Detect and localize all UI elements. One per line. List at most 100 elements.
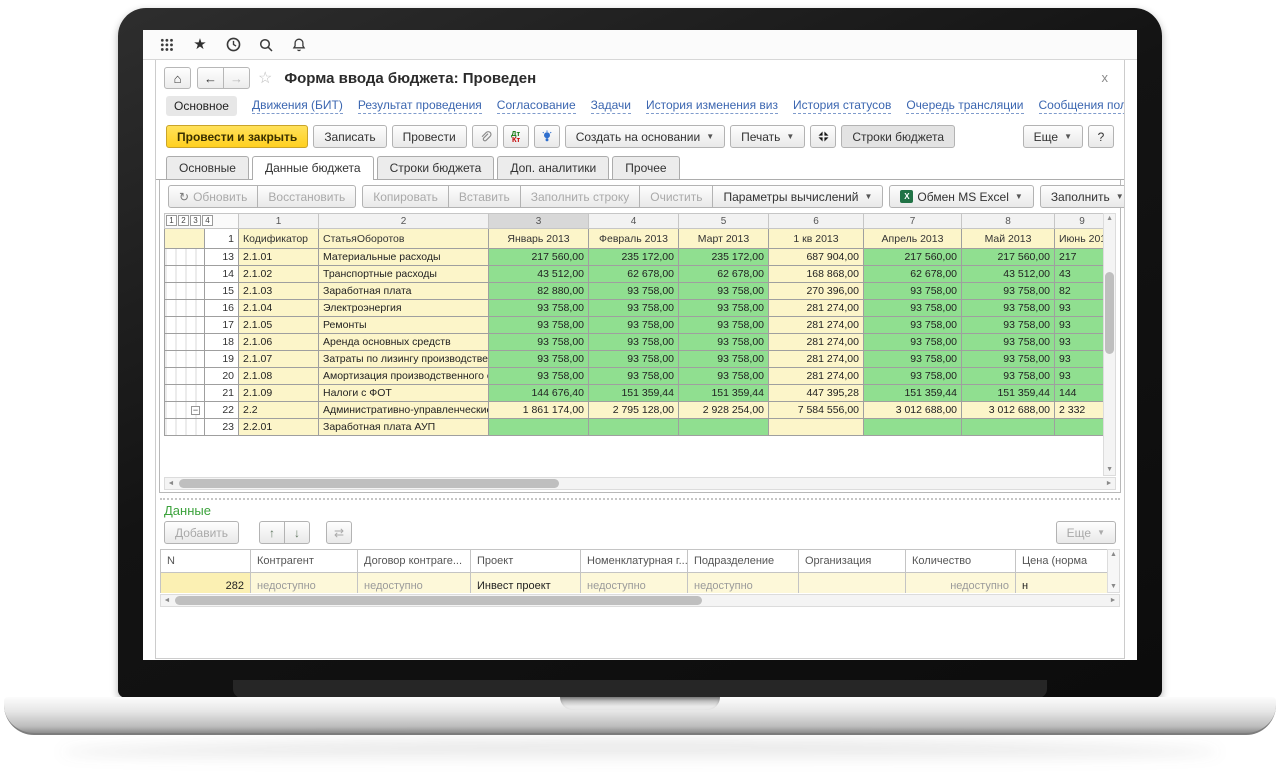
reorder-button[interactable]: ⇄	[326, 521, 352, 544]
grid-cell-code[interactable]: 2.1.09	[239, 385, 319, 402]
grid-cell-code[interactable]: 2.1.04	[239, 300, 319, 317]
grid-cell[interactable]: 151 359,44	[589, 385, 679, 402]
grid-cell-article[interactable]: Амортизация производственного оборудован…	[319, 368, 489, 385]
grid-cell[interactable]: 2 795 128,00	[589, 402, 679, 419]
grid-cell[interactable]: 2 928 254,00	[679, 402, 769, 419]
grid-horizontal-scrollbar[interactable]: ◄ ►	[164, 477, 1116, 490]
nav-link[interactable]: Задачи	[591, 98, 631, 114]
fill-button[interactable]: Заполнить▼	[1040, 185, 1125, 208]
grid-cell[interactable]: 687 904,00	[769, 249, 864, 266]
column-number[interactable]: 4	[589, 214, 679, 229]
nav-link[interactable]: Движения (БИТ)	[252, 98, 343, 114]
column-header-month[interactable]: Май 2013	[962, 229, 1055, 249]
data-cell[interactable]: недоступно	[581, 573, 688, 594]
back-button[interactable]: ←	[197, 67, 224, 89]
collapse-group-toggle[interactable]: −	[191, 406, 200, 415]
data-cell[interactable]: недоступно	[906, 573, 1016, 594]
grid-cell[interactable]: 235 172,00	[589, 249, 679, 266]
column-header-code[interactable]: Кодификатор	[239, 229, 319, 249]
grid-cell-article[interactable]: Аренда основных средств	[319, 334, 489, 351]
tab-2[interactable]: Данные бюджета	[252, 156, 374, 180]
grid-cell[interactable]: 151 359,44	[679, 385, 769, 402]
column-header-month[interactable]: Июнь 201	[1055, 229, 1104, 249]
dt-kt-button[interactable]: ДтКт	[503, 125, 529, 148]
grid-cell[interactable]: 235 172,00	[679, 249, 769, 266]
column-header-article[interactable]: СтатьяОборотов	[319, 229, 489, 249]
grid-cell[interactable]: 82	[1055, 283, 1104, 300]
grid-cell[interactable]: 93 758,00	[962, 351, 1055, 368]
grid-cell[interactable]: 281 274,00	[769, 300, 864, 317]
grid-cell-article[interactable]: Административно-управленческие расходы	[319, 402, 489, 419]
grid-cell[interactable]: 144	[1055, 385, 1104, 402]
column-header[interactable]: N	[161, 550, 251, 573]
column-header[interactable]: Цена (норма	[1016, 550, 1108, 573]
grid-cell[interactable]: 281 274,00	[769, 351, 864, 368]
clear-button[interactable]: Очистить	[639, 185, 713, 208]
group-level-button[interactable]: 4	[202, 215, 213, 226]
grid-cell-code[interactable]: 2.1.06	[239, 334, 319, 351]
group-level-button[interactable]: 1	[166, 215, 177, 226]
column-number[interactable]: 3	[489, 214, 589, 229]
tab-5[interactable]: Прочее	[612, 156, 679, 179]
scroll-left-arrow[interactable]: ◄	[161, 595, 173, 607]
grid-cell-article[interactable]: Электроэнергия	[319, 300, 489, 317]
grid-cell[interactable]: 93	[1055, 300, 1104, 317]
grid-cell[interactable]: 93 758,00	[589, 334, 679, 351]
scrollbar-thumb[interactable]	[1105, 272, 1114, 354]
column-header[interactable]: Организация	[799, 550, 906, 573]
scroll-right-arrow[interactable]: ►	[1103, 478, 1115, 490]
structure-button[interactable]	[534, 125, 560, 148]
grid-cell[interactable]: 93 758,00	[962, 300, 1055, 317]
grid-cell[interactable]: 93	[1055, 334, 1104, 351]
fill-row-button[interactable]: Заполнить строку	[520, 185, 640, 208]
favorites-star-icon[interactable]: ★	[190, 35, 210, 55]
grid-cell[interactable]	[589, 419, 679, 436]
grid-cell[interactable]: 93	[1055, 351, 1104, 368]
grid-cell[interactable]: 281 274,00	[769, 368, 864, 385]
grid-cell-code[interactable]: 2.2	[239, 402, 319, 419]
history-icon[interactable]	[223, 35, 243, 55]
refresh-button[interactable]: ↻Обновить	[168, 185, 258, 208]
grid-cell[interactable]: 93 758,00	[489, 351, 589, 368]
scroll-right-arrow[interactable]: ►	[1107, 595, 1119, 607]
column-number[interactable]: 8	[962, 214, 1055, 229]
grid-cell-article[interactable]: Заработная плата	[319, 283, 489, 300]
data-cell[interactable]: недоступно	[358, 573, 471, 594]
data-cell[interactable]: н	[1016, 573, 1108, 594]
grid-cell[interactable]	[769, 419, 864, 436]
grid-cell-article[interactable]: Ремонты	[319, 317, 489, 334]
grid-cell-code[interactable]: 2.2.01	[239, 419, 319, 436]
grid-cell[interactable]: 151 359,44	[962, 385, 1055, 402]
grid-cell[interactable]: 93 758,00	[679, 317, 769, 334]
grid-cell[interactable]: 62 678,00	[864, 266, 962, 283]
nav-link[interactable]: История статусов	[793, 98, 891, 114]
grid-cell[interactable]: 93 758,00	[962, 317, 1055, 334]
grid-cell[interactable]: 217 560,00	[962, 249, 1055, 266]
grid-cell[interactable]: 62 678,00	[589, 266, 679, 283]
grid-cell-article[interactable]: Налоги с ФОТ	[319, 385, 489, 402]
data-cell[interactable]: недоступно	[251, 573, 358, 594]
data-more-button[interactable]: Еще▼	[1056, 521, 1116, 544]
grid-cell-code[interactable]: 2.1.07	[239, 351, 319, 368]
grid-cell[interactable]: 43 512,00	[962, 266, 1055, 283]
row-number[interactable]: 19	[205, 351, 239, 368]
budget-lines-button[interactable]: Строки бюджета	[841, 125, 955, 148]
row-number[interactable]: 20	[205, 368, 239, 385]
restore-button[interactable]: Восстановить	[257, 185, 356, 208]
grid-cell[interactable]: 93 758,00	[864, 283, 962, 300]
row-number[interactable]: 22	[205, 402, 239, 419]
tab-1[interactable]: Основные	[166, 156, 249, 179]
grid-cell[interactable]	[1055, 419, 1104, 436]
scrollbar-thumb[interactable]	[179, 479, 559, 488]
grid-cell-article[interactable]: Затраты по лизингу производственных ОС	[319, 351, 489, 368]
grid-cell[interactable]: 447 395,28	[769, 385, 864, 402]
nav-link[interactable]: Сообщения пользователей	[1039, 98, 1125, 114]
move-down-button[interactable]: ↓	[284, 521, 310, 544]
grid-cell[interactable]: 281 274,00	[769, 317, 864, 334]
row-number[interactable]: 1	[205, 229, 239, 249]
home-button[interactable]: ⌂	[164, 67, 191, 89]
grid-cell[interactable]: 93	[1055, 368, 1104, 385]
grid-cell[interactable]: 281 274,00	[769, 334, 864, 351]
grid-cell[interactable]: 144 676,40	[489, 385, 589, 402]
grid-cell-code[interactable]: 2.1.05	[239, 317, 319, 334]
